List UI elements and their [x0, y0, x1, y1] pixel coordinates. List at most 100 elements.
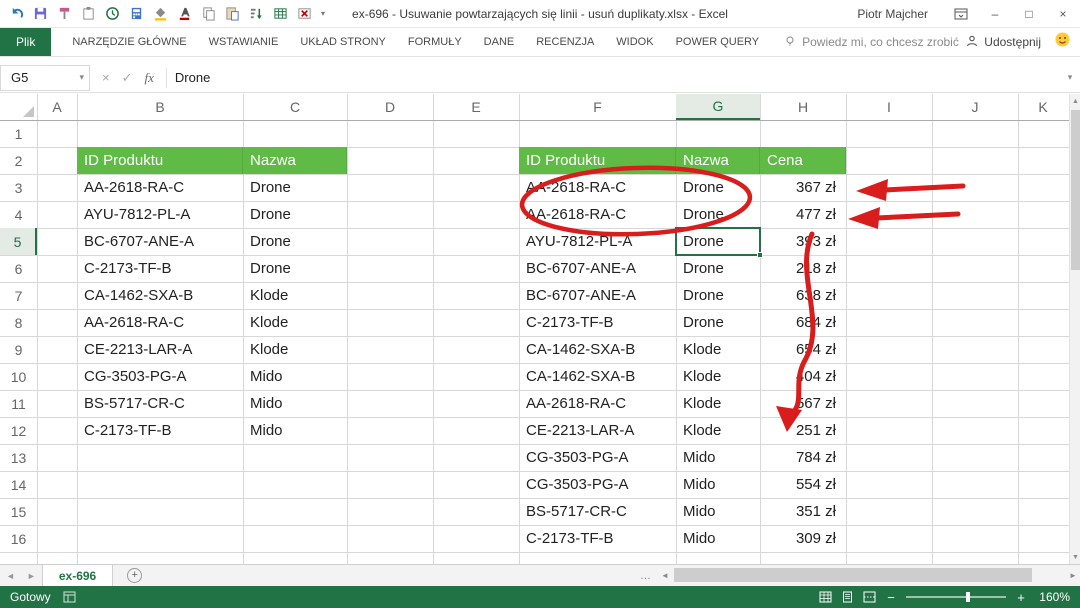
cell[interactable]: C-2173-TF-B — [519, 309, 676, 336]
paste-icon[interactable] — [222, 4, 243, 24]
cell[interactable]: AA-2618-RA-C — [519, 201, 676, 228]
row-header-15[interactable]: 15 — [0, 498, 37, 525]
macro-record-icon[interactable] — [63, 591, 76, 603]
scroll-down-icon[interactable]: ▼ — [1070, 550, 1080, 564]
cell[interactable]: CE-2213-LAR-A — [77, 336, 243, 363]
zoom-in-button[interactable]: + — [1015, 590, 1027, 605]
cell[interactable]: Mido — [676, 444, 760, 471]
cell[interactable]: BS-5717-CR-C — [519, 498, 676, 525]
name-box[interactable]: G5 ▾ — [0, 65, 90, 91]
scroll-right-icon[interactable]: ► — [1066, 571, 1080, 580]
cell[interactable]: Drone — [676, 255, 760, 282]
left-table-header-name[interactable]: Nazwa — [243, 147, 347, 174]
cell[interactable]: AA-2618-RA-C — [77, 309, 243, 336]
ribbon-display-options-icon[interactable] — [944, 0, 978, 27]
row-header-6[interactable]: 6 — [0, 255, 37, 282]
cell[interactable]: 309 zł — [760, 525, 846, 552]
account-name[interactable]: Piotr Majcher — [841, 7, 944, 21]
row-header-3[interactable]: 3 — [0, 174, 37, 201]
tab-data[interactable]: DANE — [473, 36, 526, 48]
tab-review[interactable]: RECENZJA — [525, 36, 605, 48]
name-box-dropdown-icon[interactable]: ▾ — [79, 72, 89, 83]
copy-icon[interactable] — [198, 4, 219, 24]
cell[interactable]: Drone — [676, 282, 760, 309]
cell[interactable]: 393 zł — [760, 228, 846, 255]
cell[interactable]: Klode — [676, 336, 760, 363]
cell[interactable]: Drone — [676, 174, 760, 201]
cell[interactable]: 251 zł — [760, 417, 846, 444]
row-header-11[interactable]: 11 — [0, 390, 37, 417]
calculator-icon[interactable] — [126, 4, 147, 24]
tab-page-layout[interactable]: UKŁAD STRONY — [289, 36, 397, 48]
row-header-5[interactable]: 5 — [0, 228, 37, 255]
cell[interactable]: Drone — [243, 228, 347, 255]
cell[interactable]: Klode — [676, 363, 760, 390]
tab-view[interactable]: WIDOK — [605, 36, 664, 48]
cell[interactable]: Drone — [676, 201, 760, 228]
cell[interactable]: CA-1462-SXA-B — [77, 282, 243, 309]
right-table-header-id[interactable]: ID Produktu — [519, 147, 676, 174]
expand-formula-bar-icon[interactable]: ▾ — [1060, 72, 1080, 83]
cell[interactable]: 784 zł — [760, 444, 846, 471]
select-all-button[interactable] — [0, 94, 37, 120]
zoom-out-button[interactable]: − — [885, 590, 897, 605]
cell[interactable]: Klode — [243, 282, 347, 309]
cell[interactable]: Mido — [243, 363, 347, 390]
cell[interactable]: Drone — [243, 201, 347, 228]
row-header-2[interactable]: 2 — [0, 147, 37, 174]
cell[interactable]: AYU-7812-PL-A — [77, 201, 243, 228]
clipboard-icon[interactable] — [78, 4, 99, 24]
cell[interactable]: C-2173-TF-B — [77, 417, 243, 444]
tab-formulas[interactable]: FORMUŁY — [397, 36, 473, 48]
fill-handle[interactable] — [757, 252, 763, 258]
row-header-1[interactable]: 1 — [0, 120, 37, 147]
column-header-d[interactable]: D — [347, 94, 433, 120]
zoom-level[interactable]: 160% — [1036, 590, 1070, 604]
right-table-header-name[interactable]: Nazwa — [676, 147, 760, 174]
row-header-14[interactable]: 14 — [0, 471, 37, 498]
cell[interactable]: AA-2618-RA-C — [519, 390, 676, 417]
cell[interactable]: Mido — [243, 390, 347, 417]
vertical-scroll-thumb[interactable] — [1071, 110, 1080, 270]
enter-icon[interactable]: ✓ — [122, 70, 133, 86]
cell[interactable]: Drone — [243, 255, 347, 282]
cell[interactable]: CG-3503-PG-A — [519, 444, 676, 471]
vertical-scrollbar[interactable]: ▲ ▼ — [1069, 94, 1080, 564]
font-color-icon[interactable] — [174, 4, 195, 24]
share-button[interactable]: Udostępnij — [966, 35, 1041, 50]
column-header-i[interactable]: I — [846, 94, 932, 120]
sort-icon[interactable] — [246, 4, 267, 24]
row-header-7[interactable]: 7 — [0, 282, 37, 309]
row-header-8[interactable]: 8 — [0, 309, 37, 336]
column-header-e[interactable]: E — [433, 94, 519, 120]
cell[interactable]: BS-5717-CR-C — [77, 390, 243, 417]
qat-dropdown-icon[interactable]: ▾ — [318, 9, 328, 18]
column-header-f[interactable]: F — [519, 94, 676, 120]
column-header-g[interactable]: G — [676, 94, 760, 120]
row-header-4[interactable]: 4 — [0, 201, 37, 228]
cell[interactable]: 218 zł — [760, 255, 846, 282]
left-table-header-id[interactable]: ID Produktu — [77, 147, 243, 174]
tab-home[interactable]: NARZĘDZIE GŁÓWNE — [61, 36, 197, 48]
cell[interactable]: AA-2618-RA-C — [519, 174, 676, 201]
cell[interactable]: 684 zł — [760, 309, 846, 336]
fill-color-icon[interactable] — [150, 4, 171, 24]
format-painter-icon[interactable] — [54, 4, 75, 24]
horizontal-scroll-thumb[interactable] — [674, 568, 1032, 582]
cell[interactable]: BC-6707-ANE-A — [519, 255, 676, 282]
cell[interactable]: Mido — [676, 498, 760, 525]
horizontal-scrollbar[interactable]: ◄ ► — [658, 566, 1080, 584]
cell[interactable]: 367 zł — [760, 174, 846, 201]
minimize-button[interactable]: – — [978, 0, 1012, 27]
add-sheet-button[interactable]: + — [127, 568, 142, 583]
sheet-tab-ex-696[interactable]: ex-696 — [42, 565, 113, 586]
column-header-j[interactable]: J — [932, 94, 1018, 120]
row-header-10[interactable]: 10 — [0, 363, 37, 390]
cell[interactable]: AYU-7812-PL-A — [519, 228, 676, 255]
column-header-k[interactable]: K — [1018, 94, 1068, 120]
tab-insert[interactable]: WSTAWIANIE — [198, 36, 290, 48]
delete-cells-icon[interactable] — [294, 4, 315, 24]
cell[interactable]: 567 zł — [760, 390, 846, 417]
scroll-left-icon[interactable]: ◄ — [658, 571, 672, 580]
normal-view-icon[interactable] — [819, 591, 832, 603]
